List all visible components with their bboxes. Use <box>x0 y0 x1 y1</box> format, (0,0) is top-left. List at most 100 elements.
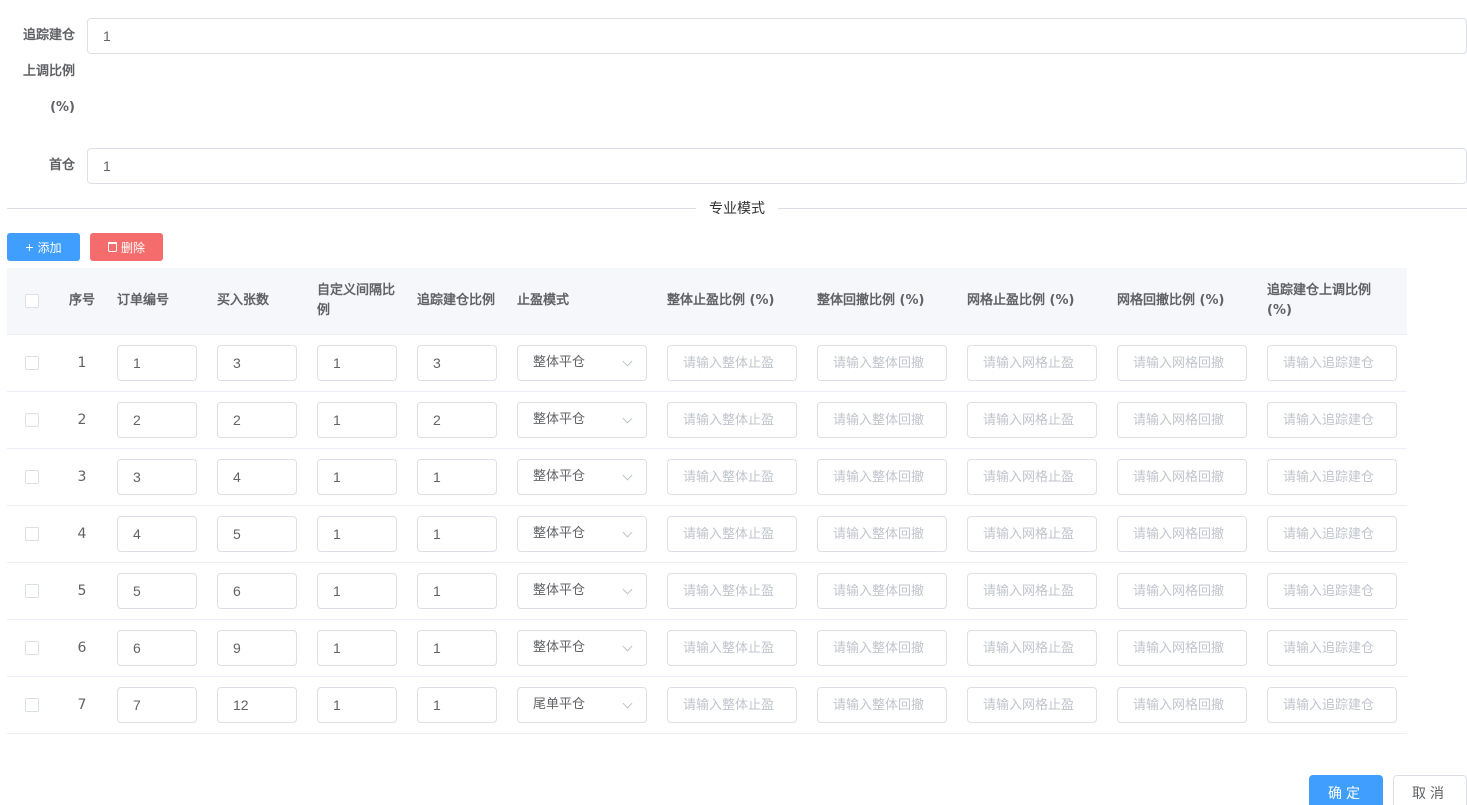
first-position-label: 首仓 <box>48 158 75 173</box>
order-no-input[interactable]: 7 <box>117 687 197 723</box>
buy-qty-input[interactable]: 4 <box>217 459 297 495</box>
grid-pullback-input[interactable]: 请输入网格回撤 <box>1117 573 1247 609</box>
tp-mode-select[interactable]: 整体平仓 <box>517 345 647 381</box>
interval-input[interactable]: 1 <box>317 345 397 381</box>
track-up-input[interactable]: 请输入追踪建仓 <box>1267 459 1397 495</box>
select-all-checkbox[interactable] <box>25 294 39 308</box>
track-up-input[interactable]: 请输入追踪建仓 <box>1267 573 1397 609</box>
order-no-input[interactable]: 6 <box>117 630 197 666</box>
interval-input[interactable]: 1 <box>317 516 397 552</box>
grid-pullback-input[interactable]: 请输入网格回撤 <box>1117 516 1247 552</box>
grid-pullback-input[interactable]: 请输入网格回撤 <box>1117 459 1247 495</box>
tp-mode-select[interactable]: 整体平仓 <box>517 573 647 609</box>
add-button[interactable]: + 添加 <box>7 233 80 261</box>
row-checkbox[interactable] <box>25 527 39 541</box>
grid-pullback-input[interactable]: 请输入网格回撤 <box>1117 630 1247 666</box>
tp-mode-value: 整体平仓 <box>533 583 586 598</box>
overall-tp-input[interactable]: 请输入整体止盈 <box>667 345 797 381</box>
grid-tp-input[interactable]: 请输入网格止盈 <box>967 573 1097 609</box>
overall-tp-input[interactable]: 请输入整体止盈 <box>667 459 797 495</box>
order-no-input[interactable]: 1 <box>117 345 197 381</box>
row-checkbox[interactable] <box>25 584 39 598</box>
overall-pullback-input[interactable]: 请输入整体回撤 <box>817 402 947 438</box>
interval-input[interactable]: 1 <box>317 687 397 723</box>
interval-input[interactable]: 1 <box>317 402 397 438</box>
overall-pullback-input[interactable]: 请输入整体回撤 <box>817 687 947 723</box>
first-position-input[interactable]: 1 <box>87 148 1467 184</box>
overall-tp-input[interactable]: 请输入整体止盈 <box>667 402 797 438</box>
track-ratio-cell-input[interactable]: 1 <box>417 573 497 609</box>
buy-qty-input[interactable]: 2 <box>217 402 297 438</box>
confirm-button[interactable]: 确定 <box>1309 775 1383 805</box>
chevron-down-icon <box>622 527 633 537</box>
interval-input[interactable]: 1 <box>317 573 397 609</box>
table-row: 2 2 2 1 2 整体平仓 请输入整体止盈 请输入整体回撤 请输入网格止盈 请… <box>7 392 1407 449</box>
tp-mode-select[interactable]: 尾单平仓 <box>517 687 647 723</box>
overall-tp-input[interactable]: 请输入整体止盈 <box>667 630 797 666</box>
buy-qty-input[interactable]: 5 <box>217 516 297 552</box>
overall-tp-input[interactable]: 请输入整体止盈 <box>667 516 797 552</box>
track-up-input[interactable]: 请输入追踪建仓 <box>1267 516 1397 552</box>
delete-button[interactable]: 删除 <box>90 233 163 261</box>
tp-mode-value: 整体平仓 <box>533 640 586 655</box>
track-ratio-cell-input[interactable]: 1 <box>417 630 497 666</box>
interval-input[interactable]: 1 <box>317 459 397 495</box>
grid-tp-input[interactable]: 请输入网格止盈 <box>967 459 1097 495</box>
track-up-input[interactable]: 请输入追踪建仓 <box>1267 687 1397 723</box>
track-ratio-input[interactable]: 1 <box>87 18 1467 54</box>
buy-qty-input[interactable]: 12 <box>217 687 297 723</box>
header-buy-qty: 买入张数 <box>217 293 270 308</box>
overall-pullback-input[interactable]: 请输入整体回撤 <box>817 630 947 666</box>
row-checkbox[interactable] <box>25 356 39 370</box>
track-ratio-cell-input[interactable]: 3 <box>417 345 497 381</box>
track-up-input[interactable]: 请输入追踪建仓 <box>1267 402 1397 438</box>
tp-mode-select[interactable]: 整体平仓 <box>517 402 647 438</box>
grid-tp-input[interactable]: 请输入网格止盈 <box>967 687 1097 723</box>
order-no-input[interactable]: 3 <box>117 459 197 495</box>
header-custom-interval: 自定义间隔比 例 <box>317 283 396 318</box>
table-header: 序号 订单编号 买入张数 自定义间隔比 例 追踪建仓比例 止盈模式 整体止盈比例… <box>7 268 1407 335</box>
order-no-input[interactable]: 5 <box>117 573 197 609</box>
overall-pullback-input[interactable]: 请输入整体回撤 <box>817 345 947 381</box>
row-index: 7 <box>77 697 87 713</box>
row-checkbox[interactable] <box>25 470 39 484</box>
order-no-input[interactable]: 2 <box>117 402 197 438</box>
cancel-button[interactable]: 取消 <box>1393 775 1467 805</box>
track-ratio-cell-input[interactable]: 1 <box>417 687 497 723</box>
orders-table: 序号 订单编号 买入张数 自定义间隔比 例 追踪建仓比例 止盈模式 整体止盈比例… <box>7 268 1407 734</box>
buy-qty-input[interactable]: 6 <box>217 573 297 609</box>
grid-pullback-input[interactable]: 请输入网格回撤 <box>1117 687 1247 723</box>
track-up-input[interactable]: 请输入追踪建仓 <box>1267 345 1397 381</box>
buy-qty-input[interactable]: 9 <box>217 630 297 666</box>
overall-tp-input[interactable]: 请输入整体止盈 <box>667 573 797 609</box>
plus-icon: + <box>25 239 34 255</box>
grid-tp-input[interactable]: 请输入网格止盈 <box>967 516 1097 552</box>
track-ratio-cell-input[interactable]: 1 <box>417 459 497 495</box>
header-index: 序号 <box>68 293 95 308</box>
header-order-no: 订单编号 <box>117 293 170 308</box>
interval-input[interactable]: 1 <box>317 630 397 666</box>
row-checkbox[interactable] <box>25 641 39 655</box>
tp-mode-select[interactable]: 整体平仓 <box>517 516 647 552</box>
row-checkbox[interactable] <box>25 698 39 712</box>
chevron-down-icon <box>622 470 633 480</box>
overall-tp-input[interactable]: 请输入整体止盈 <box>667 687 797 723</box>
overall-pullback-input[interactable]: 请输入整体回撤 <box>817 459 947 495</box>
track-up-input[interactable]: 请输入追踪建仓 <box>1267 630 1397 666</box>
grid-pullback-input[interactable]: 请输入网格回撤 <box>1117 345 1247 381</box>
tp-mode-select[interactable]: 整体平仓 <box>517 459 647 495</box>
track-ratio-cell-input[interactable]: 2 <box>417 402 497 438</box>
grid-tp-input[interactable]: 请输入网格止盈 <box>967 630 1097 666</box>
grid-pullback-input[interactable]: 请输入网格回撤 <box>1117 402 1247 438</box>
overall-pullback-input[interactable]: 请输入整体回撤 <box>817 516 947 552</box>
track-ratio-cell-input[interactable]: 1 <box>417 516 497 552</box>
tp-mode-select[interactable]: 整体平仓 <box>517 630 647 666</box>
row-checkbox[interactable] <box>25 413 39 427</box>
divider-text: 专业模式 <box>696 199 778 219</box>
grid-tp-input[interactable]: 请输入网格止盈 <box>967 345 1097 381</box>
overall-pullback-input[interactable]: 请输入整体回撤 <box>817 573 947 609</box>
buy-qty-input[interactable]: 3 <box>217 345 297 381</box>
grid-tp-input[interactable]: 请输入网格止盈 <box>967 402 1097 438</box>
order-no-input[interactable]: 4 <box>117 516 197 552</box>
chevron-down-icon <box>622 413 633 423</box>
